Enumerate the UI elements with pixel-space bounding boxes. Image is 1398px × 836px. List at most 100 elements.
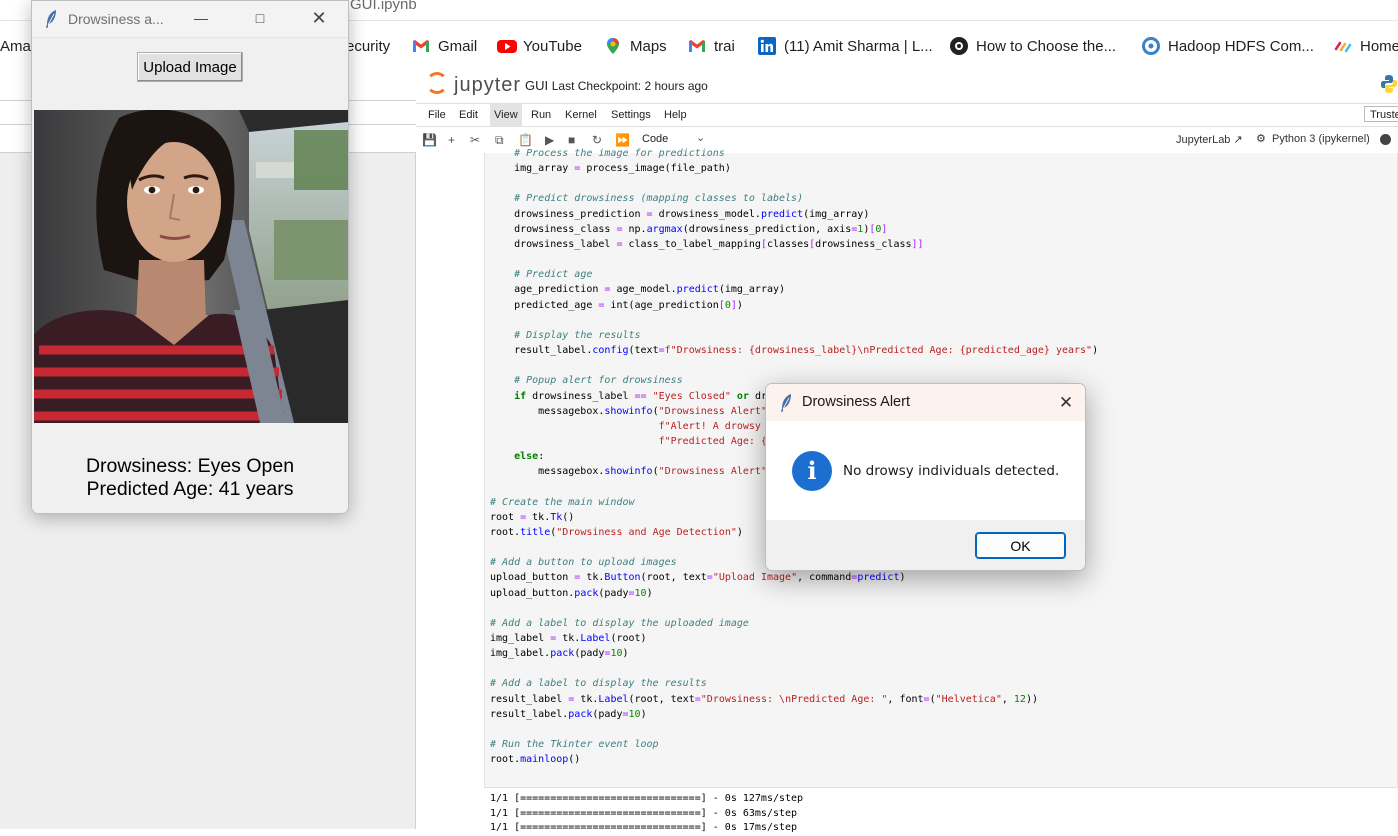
code-line[interactable]: upload_button.pack(pady=10) <box>490 588 653 599</box>
code-line[interactable]: else: <box>490 451 544 462</box>
code-line[interactable]: drowsiness_label = class_to_label_mappin… <box>490 239 923 250</box>
save-icon[interactable]: 💾 <box>422 133 437 147</box>
tk-feather-icon <box>779 393 793 413</box>
menu-run[interactable]: Run <box>531 109 551 121</box>
jupyter-logo-icon <box>426 72 448 94</box>
dialog-titlebar[interactable]: Drowsiness Alert ✕ <box>766 384 1085 421</box>
ok-button[interactable]: OK <box>975 532 1066 559</box>
code-line[interactable]: result_label.config(text=f"Drowsiness: {… <box>490 345 1098 356</box>
gmail-icon <box>688 37 706 55</box>
output-line: 1/1 [==============================] - 0… <box>490 807 798 819</box>
kernel-name: Python 3 (ipykernel) <box>1271 133 1370 145</box>
code-line[interactable]: root.mainloop() <box>490 754 580 765</box>
bookmark-youtube[interactable]: YouTube <box>497 34 582 58</box>
bookmark-security[interactable]: ecurity <box>346 34 390 58</box>
code-line[interactable]: # Display the results <box>490 330 640 341</box>
code-line[interactable]: # Add a button to upload images <box>490 557 677 568</box>
stop-icon[interactable]: ■ <box>568 133 575 147</box>
tk-feather-icon <box>44 9 58 29</box>
paste-icon[interactable]: 📋 <box>518 133 533 147</box>
maps-icon <box>604 37 622 55</box>
linkedin-icon <box>758 37 776 55</box>
bookmark-maps[interactable]: Maps <box>604 34 667 58</box>
code-line[interactable]: # Predict age <box>490 269 592 280</box>
code-line[interactable]: # Process the image for predictions <box>490 148 725 159</box>
code-line[interactable]: # Create the main window <box>490 497 635 508</box>
code-line[interactable]: messagebox.showinfo("Drowsiness Alert" <box>490 406 767 417</box>
code-line[interactable]: if drowsiness_label == "Eyes Closed" or … <box>490 391 767 402</box>
age-result: Predicted Age: 41 years <box>86 478 294 500</box>
dialog-title: Drowsiness Alert <box>802 394 910 410</box>
upload-image-button[interactable]: Upload Image <box>137 52 243 82</box>
run-all-icon[interactable]: ⏩ <box>615 133 630 147</box>
code-line[interactable]: age_prediction = age_model.predict(img_a… <box>490 284 785 295</box>
maximize-icon[interactable]: □ <box>249 7 271 29</box>
close-icon[interactable]: ✕ <box>1055 392 1077 414</box>
bookmark-home[interactable]: Home <box>1334 34 1398 58</box>
code-line[interactable]: f"Alert! A drowsy <box>490 421 761 432</box>
code-line[interactable]: root.title("Drowsiness and Age Detection… <box>490 527 743 538</box>
tk-main-window: Drowsiness a... — □ ✕ Upload Image Drows… <box>31 0 349 514</box>
code-line[interactable]: # Run the Tkinter event loop <box>490 739 659 750</box>
bookmark-label: How to Choose the... <box>976 37 1117 55</box>
bookmark-linkedin[interactable]: (11) Amit Sharma | L... <box>758 34 933 58</box>
code-line[interactable]: img_array = process_image(file_path) <box>490 163 731 174</box>
code-line[interactable]: drowsiness_class = np.argmax(drowsiness_… <box>490 224 887 235</box>
cell-type-select[interactable]: Code <box>642 133 668 145</box>
jupyterlab-link[interactable]: JupyterLab ↗ <box>1176 133 1243 146</box>
jupyter-logo[interactable]: jupyter <box>426 72 521 97</box>
code-line[interactable]: predicted_age = int(age_prediction[0]) <box>490 300 743 311</box>
code-line[interactable]: # Popup alert for drowsiness <box>490 375 683 386</box>
run-icon[interactable]: ▶ <box>545 133 554 147</box>
restart-icon[interactable]: ↻ <box>592 133 602 147</box>
code-line[interactable]: messagebox.showinfo("Drowsiness Alert" <box>490 466 767 477</box>
menu-kernel[interactable]: Kernel <box>565 109 597 121</box>
cut-icon[interactable]: ✂ <box>470 133 480 147</box>
bookmark-hadoop[interactable]: Hadoop HDFS Com... <box>1142 34 1314 58</box>
jupyterlab-link-label: JupyterLab <box>1176 134 1231 146</box>
bookmark-medium[interactable]: How to Choose the... <box>950 34 1116 58</box>
menu-settings[interactable]: Settings <box>611 109 651 121</box>
trusted-indicator[interactable]: Trusted <box>1364 106 1398 122</box>
bookmark-label: YouTube <box>523 37 582 55</box>
menu-file[interactable]: File <box>428 109 446 121</box>
code-line[interactable]: f"Predicted Age: { <box>490 436 767 447</box>
code-line[interactable]: root = tk.Tk() <box>490 512 574 523</box>
code-line[interactable]: # Predict drowsiness (mapping classes to… <box>490 193 803 204</box>
menu-help[interactable]: Help <box>664 109 687 121</box>
code-line[interactable]: result_label.pack(pady=10) <box>490 709 647 720</box>
code-line[interactable]: upload_button = tk.Button(root, text="Up… <box>490 572 906 583</box>
bookmark-trai[interactable]: trai <box>688 34 735 58</box>
tk-window-title: Drowsiness a... <box>68 11 164 27</box>
drowsiness-alert-dialog: Drowsiness Alert ✕ i No drowsy individua… <box>765 383 1086 571</box>
info-icon: i <box>792 451 832 491</box>
youtube-icon <box>497 37 517 55</box>
code-line[interactable]: result_label = tk.Label(root, text="Drow… <box>490 694 1038 705</box>
menu-view[interactable]: View <box>490 104 522 126</box>
notebook-title[interactable]: GUI Last Checkpoint: 2 hours ago <box>525 78 708 93</box>
slack-icon <box>1334 37 1352 55</box>
tk-window-titlebar[interactable]: Drowsiness a... — □ ✕ <box>32 1 348 38</box>
bookmark-gmail[interactable]: Gmail <box>412 34 477 58</box>
browser-tab-title[interactable]: GUI.ipynb <box>350 0 417 13</box>
dialog-body: i No drowsy individuals detected. <box>766 421 1085 520</box>
bookmark-label: Gmail <box>438 37 478 55</box>
kernel-status[interactable]: ⚙ Python 3 (ipykernel) <box>1256 132 1370 145</box>
copy-icon[interactable]: ⧉ <box>495 133 504 147</box>
code-line[interactable]: img_label = tk.Label(root) <box>490 633 647 644</box>
chevron-down-icon[interactable]: ⌄ <box>696 131 705 144</box>
bookmark-label: Maps <box>630 37 667 55</box>
menu-edit[interactable]: Edit <box>459 109 478 121</box>
code-line[interactable]: # Add a label to display the uploaded im… <box>490 618 749 629</box>
code-line[interactable]: drowsiness_prediction = drowsiness_model… <box>490 209 869 220</box>
last-checkpoint: Last Checkpoint: 2 hours ago <box>551 79 708 93</box>
close-icon[interactable]: ✕ <box>308 7 330 29</box>
drowsiness-result: Drowsiness: Eyes Open <box>85 455 295 477</box>
dialog-message: No drowsy individuals detected. <box>843 463 1060 479</box>
notebook-name[interactable]: GUI <box>525 78 548 93</box>
code-line[interactable]: # Add a label to display the results <box>490 678 707 689</box>
minimize-icon[interactable]: — <box>190 7 212 29</box>
python-logo-icon <box>1380 74 1398 94</box>
code-line[interactable]: img_label.pack(pady=10) <box>490 648 629 659</box>
add-cell-icon[interactable]: + <box>448 133 455 147</box>
